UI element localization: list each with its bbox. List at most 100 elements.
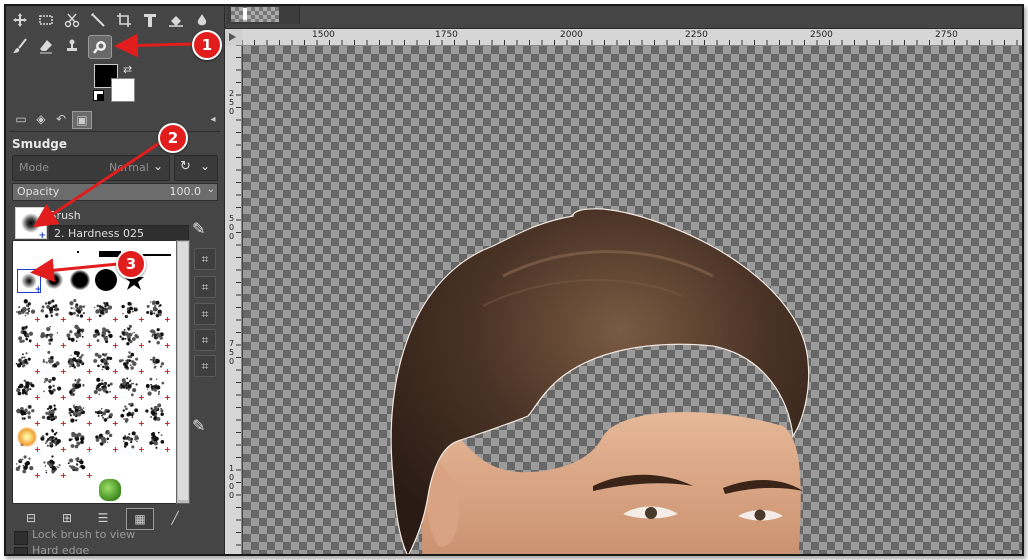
brush-hardness-100[interactable] (95, 269, 117, 291)
tab-undo-history[interactable]: ↶ (52, 111, 70, 127)
svg-text:+: + (112, 341, 119, 350)
brush-texture[interactable]: + (118, 351, 145, 376)
brush-textures[interactable]: + + + + + + + + + + + + + + + + + + + + + + + + + + + + + + + + + + + + + + + (13, 297, 177, 502)
brush-texture[interactable]: + (68, 431, 93, 454)
crop-icon[interactable] (114, 10, 134, 30)
brush-texture[interactable]: + (120, 402, 145, 428)
brush-texture[interactable]: + (93, 301, 119, 324)
scrollbar-thumb[interactable] (178, 242, 188, 500)
brush-texture[interactable]: + (16, 404, 41, 428)
brush-texture[interactable]: + (43, 455, 67, 480)
brush-texture[interactable]: + (146, 300, 171, 324)
brush-texture[interactable]: + (15, 352, 41, 376)
brush-grid[interactable]: + + + + + + + + + + + + + + + + + + + + + + + + + + + + + + + + + + + + + + +… (12, 240, 178, 504)
brush-texture[interactable]: + (16, 299, 41, 324)
brush-sparkle[interactable] (17, 427, 37, 447)
list-view-icon[interactable]: ☰ (90, 508, 116, 528)
mode-select[interactable]: Mode Normal ⌄ (12, 155, 170, 181)
brush-texture[interactable]: + (93, 377, 119, 402)
brush-texture[interactable]: + (121, 301, 145, 324)
opacity-slider[interactable]: Opacity 100.0 ⌄ (12, 183, 218, 201)
ruler-corner-icon[interactable] (225, 29, 243, 46)
horizontal-ruler[interactable]: 1500 1750 2000 2250 2500 2750 (242, 29, 1022, 46)
text-tool-icon[interactable] (140, 10, 160, 30)
brush-texture[interactable]: + (67, 456, 93, 480)
dock-menu-icon[interactable]: ◂ (204, 111, 222, 127)
tab-device-status[interactable]: ◈ (32, 111, 50, 127)
svg-text:+: + (86, 445, 93, 454)
brush-texture[interactable]: + (15, 455, 41, 480)
smudge-icon[interactable] (88, 35, 112, 59)
brush-tag-icon[interactable]: ⌗ (194, 329, 216, 351)
brush-texture[interactable]: + (16, 379, 41, 402)
brush-texture[interactable]: + (94, 407, 119, 428)
eraser-icon[interactable] (36, 36, 56, 56)
brush-texture[interactable]: + (43, 376, 67, 402)
brush-texture[interactable]: + (148, 328, 171, 350)
paintbrush-icon[interactable] (10, 36, 30, 56)
brush-pepper[interactable] (99, 479, 121, 501)
brush-texture[interactable]: + (40, 326, 67, 350)
brush-texture[interactable]: + (150, 356, 171, 376)
fuzzy-select-icon[interactable] (88, 10, 108, 30)
brush-hardness-025[interactable]: + (17, 269, 42, 295)
vertical-ruler[interactable]: 250 500 750 1000 (225, 45, 242, 554)
brush-tag-icon[interactable]: ⌗ (194, 355, 216, 377)
brush-texture[interactable]: + (41, 404, 67, 428)
tab-images[interactable]: ▣ (72, 111, 92, 129)
swap-colors-icon[interactable]: ⇄ (123, 63, 132, 76)
brush-tag-icon[interactable]: ⌗ (194, 248, 216, 270)
brush-tag-icon[interactable]: ⌗ (194, 276, 216, 298)
rect-select-icon[interactable] (36, 10, 56, 30)
brush-texture[interactable]: + (42, 350, 67, 376)
brush-texture[interactable]: + (145, 403, 171, 428)
hard-edge-checkbox[interactable] (14, 547, 28, 554)
brush-texture[interactable]: + (145, 377, 171, 402)
brush-texture[interactable]: + (95, 430, 119, 454)
clone-icon[interactable] (62, 36, 82, 56)
brush-texture[interactable]: + (119, 377, 145, 402)
brush-texture[interactable]: + (93, 352, 119, 376)
spin-icon[interactable]: ⌄ (207, 184, 215, 195)
brush-texture[interactable]: + (122, 431, 145, 454)
brush-texture[interactable]: + (66, 324, 93, 350)
brush-hardness-050[interactable] (43, 269, 65, 291)
brush-texture[interactable]: + (67, 350, 93, 376)
brush-grid-scrollbar[interactable] (176, 240, 190, 504)
svg-text:+: + (112, 419, 119, 428)
edit-icon[interactable]: ╱ (162, 508, 188, 528)
brush-pixel[interactable] (77, 251, 79, 253)
brush-texture[interactable]: + (40, 429, 67, 454)
brush-tag-icon[interactable]: ⌗ (194, 303, 216, 325)
edit-brush-icon[interactable]: ✎ (192, 219, 205, 238)
brush-hardness-075[interactable] (69, 269, 91, 291)
ruler-label: 1500 (312, 30, 335, 40)
image-thumbnail-tab[interactable] (227, 6, 300, 24)
bucket-fill-icon[interactable] (166, 10, 186, 30)
brush-texture[interactable]: + (68, 404, 93, 428)
mode-reset-select[interactable]: ↻ ⌄ (174, 155, 218, 181)
brush-texture[interactable]: + (119, 324, 145, 350)
minus-icon[interactable]: ⊟ (18, 508, 44, 528)
brush-texture[interactable]: + (68, 299, 93, 324)
reset-arrow-icon: ↻ (180, 159, 191, 174)
scissors-icon[interactable] (62, 10, 82, 30)
lock-brush-checkbox[interactable] (14, 531, 28, 545)
brush-texture[interactable]: + (149, 431, 171, 454)
image-canvas[interactable] (243, 46, 1022, 554)
edit-dynamics-icon[interactable]: ✎ (192, 416, 205, 435)
ruler-label: 2000 (560, 30, 583, 40)
move-icon[interactable] (10, 10, 30, 30)
default-colors-icon[interactable] (93, 90, 104, 101)
tool-options-title: Smudge (12, 137, 68, 151)
brush-texture[interactable]: + (40, 299, 67, 324)
tab-tool-options[interactable]: ▭ (12, 111, 30, 127)
grid-view-icon[interactable]: ▦ (126, 508, 154, 530)
brush-texture[interactable]: + (92, 327, 119, 350)
brush-preview-button[interactable]: + (15, 207, 47, 241)
plus-icon[interactable]: ⊞ (54, 508, 80, 528)
background-color-swatch[interactable] (111, 78, 135, 102)
brush-texture[interactable]: + (69, 378, 93, 402)
brush-texture[interactable]: + (18, 325, 41, 350)
heal-icon[interactable] (192, 10, 212, 30)
